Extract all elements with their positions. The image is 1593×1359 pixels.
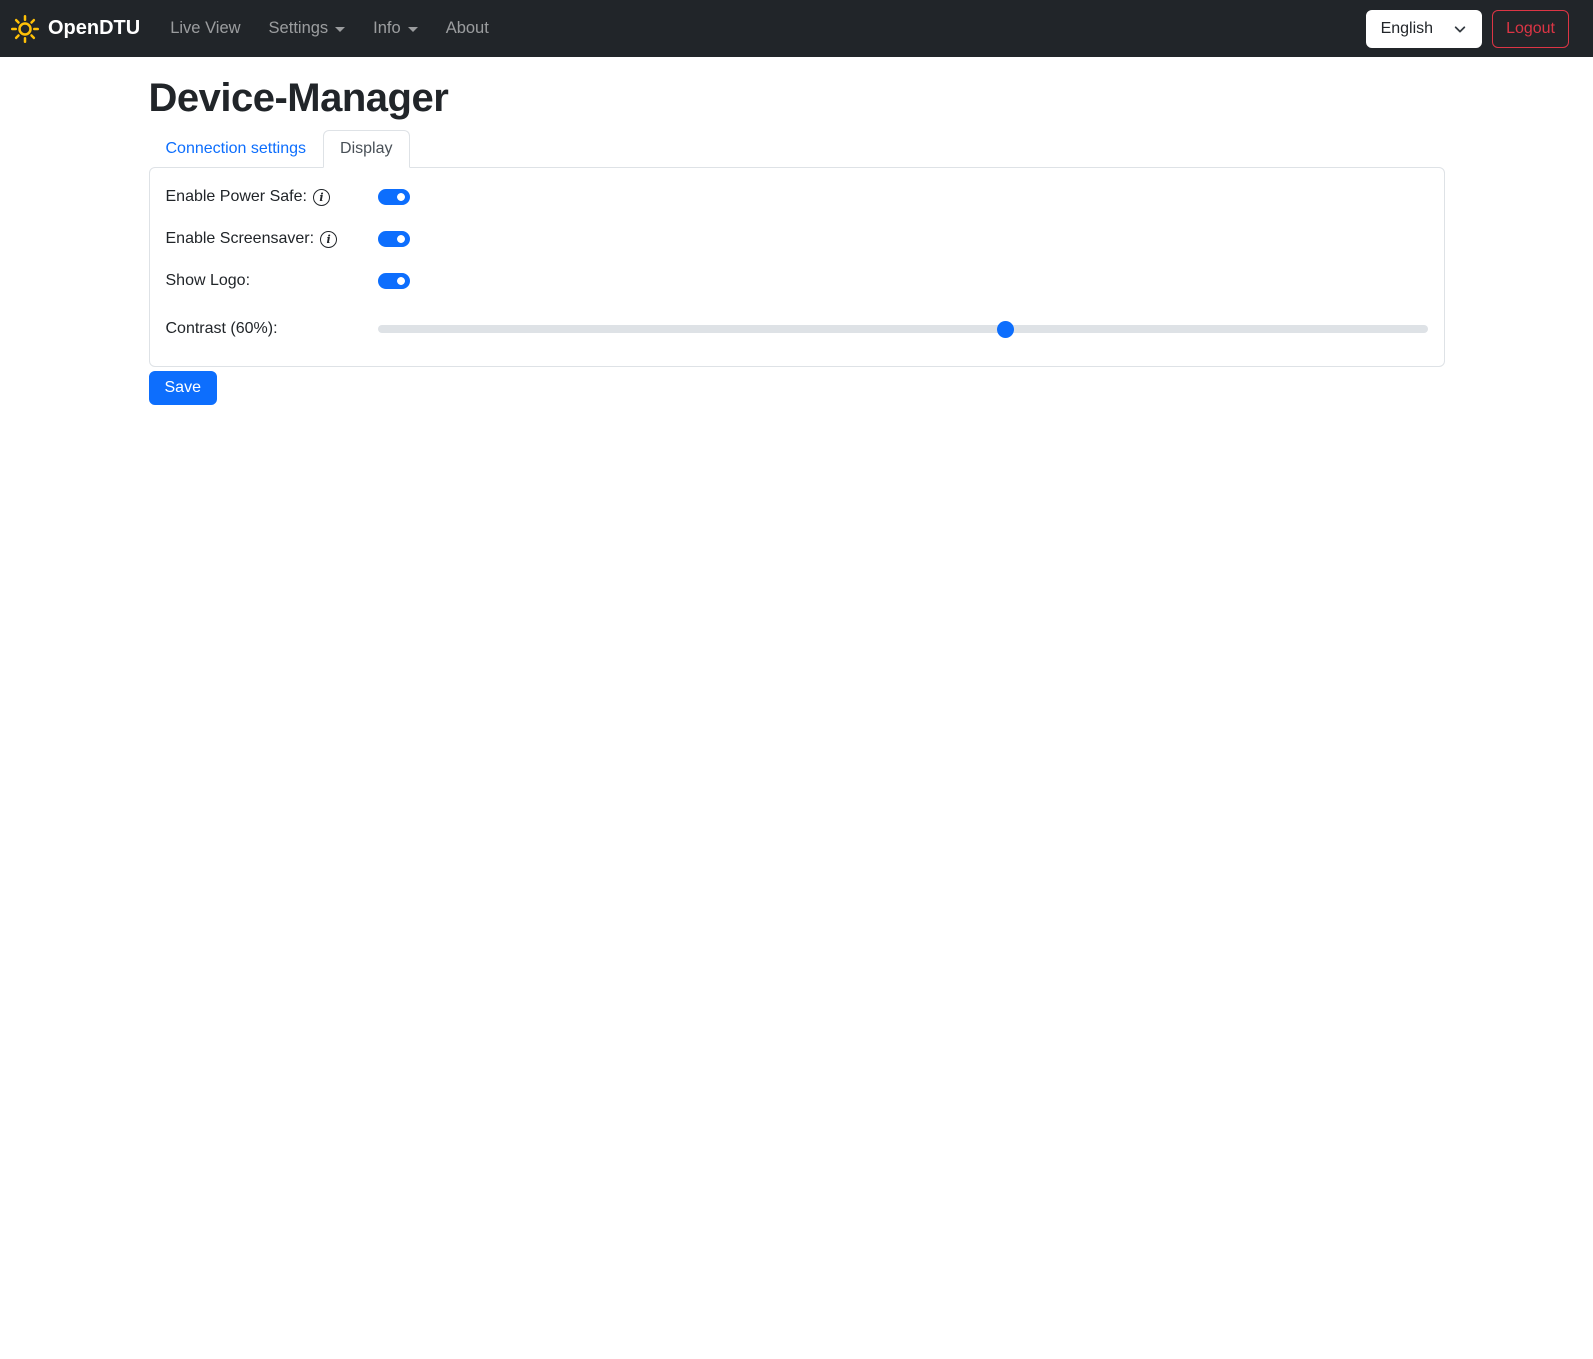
form-row-contrast: Contrast (60%): <box>166 317 1428 341</box>
nav-item-about[interactable]: About <box>432 11 503 46</box>
show-logo-label: Show Logo: <box>166 272 378 290</box>
chevron-down-icon <box>1453 22 1467 36</box>
label-text: Enable Power Safe: <box>165 188 307 205</box>
form-row-show-logo: Show Logo: <box>166 269 1428 293</box>
enable-power-safe-toggle[interactable] <box>377 189 410 205</box>
info-icon[interactable] <box>320 230 338 248</box>
nav-item-info[interactable]: Info <box>359 11 432 46</box>
caret-down-icon <box>407 27 418 32</box>
enable-power-safe-label: Enable Power Safe: <box>166 188 378 206</box>
show-logo-toggle[interactable] <box>377 273 410 289</box>
navbar: OpenDTU Live View Settings Info About En… <box>0 0 1593 57</box>
save-button[interactable]: Save <box>148 371 217 405</box>
enable-screensaver-label: Enable Screensaver: <box>166 230 378 248</box>
form-row-enable-screensaver: Enable Screensaver: <box>166 227 1428 251</box>
display-settings-card: Enable Power Safe: Enable Screensaver: S… <box>148 167 1445 367</box>
tab-connection-settings[interactable]: Connection settings <box>149 130 324 168</box>
nav-item-label: Live View <box>170 19 241 37</box>
contrast-slider[interactable] <box>377 325 1428 333</box>
brand-link[interactable]: OpenDTU <box>10 14 140 44</box>
enable-screensaver-toggle[interactable] <box>377 231 410 247</box>
nav-item-label: Info <box>373 19 401 37</box>
label-text: Show Logo: <box>165 272 251 289</box>
language-select[interactable]: English <box>1365 9 1483 48</box>
tab-bar: Connection settings Display <box>149 130 1445 168</box>
page-title: Device-Manager <box>148 76 449 120</box>
language-select-value: English <box>1380 19 1434 37</box>
tab-display[interactable]: Display <box>323 130 410 168</box>
logout-button[interactable]: Logout <box>1492 9 1569 48</box>
nav-links: Live View Settings Info About <box>156 11 503 46</box>
label-text: Contrast (60%): <box>165 320 278 337</box>
info-icon[interactable] <box>312 188 330 206</box>
sun-icon <box>10 14 40 44</box>
nav-item-label: Settings <box>268 19 329 37</box>
nav-item-live-view[interactable]: Live View <box>156 11 254 46</box>
form-row-enable-power-safe: Enable Power Safe: <box>166 185 1428 209</box>
nav-item-settings[interactable]: Settings <box>255 11 360 46</box>
nav-item-label: About <box>445 19 489 37</box>
caret-down-icon <box>335 27 346 32</box>
label-text: Enable Screensaver: <box>165 230 315 247</box>
brand-label: OpenDTU <box>48 17 141 39</box>
contrast-label: Contrast (60%): <box>166 320 378 338</box>
main-content: Device-Manager Connection settings Displ… <box>137 76 1457 405</box>
